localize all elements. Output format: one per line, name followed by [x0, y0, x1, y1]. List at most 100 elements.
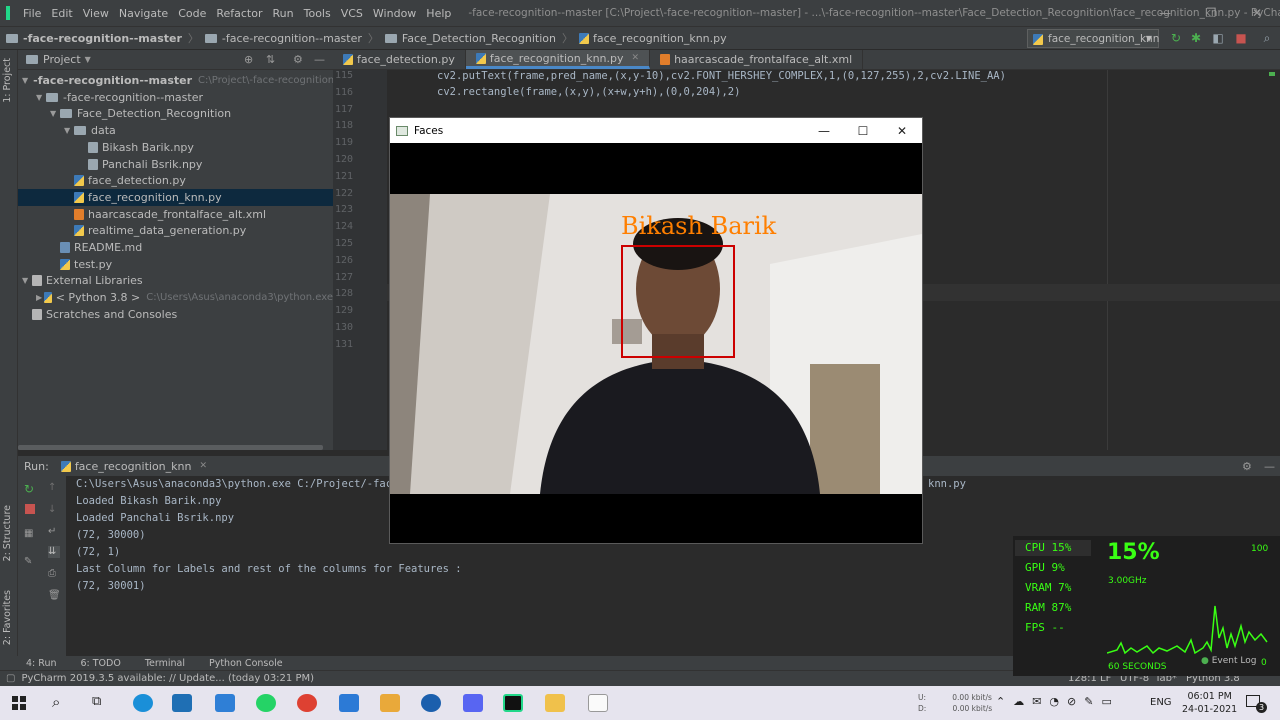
horizontal-scrollbar[interactable] — [18, 445, 323, 450]
menu-code[interactable]: Code — [173, 7, 211, 20]
menu-run[interactable]: Run — [268, 7, 299, 20]
pin-icon[interactable]: ✎ — [24, 556, 36, 568]
arrow-down-icon[interactable]: ↓ — [48, 504, 60, 516]
breadcrumb-item[interactable]: -face-recognition--master 〉 — [0, 30, 199, 46]
rerun-icon[interactable]: ↻ — [1169, 31, 1183, 45]
tree-item[interactable]: ▶ < Python 3.8 > C:\Users\Asus\anaconda3\p… — [18, 289, 333, 306]
restore-icon[interactable]: ❐ — [1188, 0, 1234, 26]
search-everywhere-icon[interactable]: ⌕ — [1260, 31, 1274, 45]
tab-structure[interactable]: 2: Structure — [2, 505, 13, 561]
chevron-down-icon[interactable]: ▼ — [50, 109, 60, 118]
scroll-to-end-icon[interactable]: ⇊ — [48, 546, 60, 558]
tab-run[interactable]: 4: Run — [26, 658, 56, 669]
discord-icon[interactable] — [463, 694, 483, 712]
mail-icon[interactable] — [215, 694, 235, 712]
close-icon[interactable]: ✕ — [199, 461, 207, 471]
whatsapp-icon[interactable] — [256, 694, 276, 712]
close-tab-icon[interactable]: ✕ — [632, 53, 640, 63]
locate-icon[interactable]: ⊕ — [244, 53, 253, 66]
tree-item[interactable]: realtime_data_generation.py — [18, 222, 333, 239]
menu-navigate[interactable]: Navigate — [114, 7, 173, 20]
breadcrumb-item[interactable]: -face-recognition--master 〉 — [199, 30, 379, 46]
tree-item[interactable]: README.md — [18, 239, 333, 256]
menu-file[interactable]: File — [18, 7, 46, 20]
run-tab[interactable]: face_recognition_knn — [75, 460, 192, 473]
tree-item[interactable]: ▼ Face_Detection_Recognition — [18, 105, 333, 122]
hide-icon[interactable]: — — [1264, 460, 1275, 473]
editor-tab[interactable]: face_recognition_knn.py ✕ — [465, 50, 651, 69]
hide-icon[interactable]: — — [314, 53, 325, 66]
tab-terminal[interactable]: Terminal — [145, 658, 185, 669]
gear-icon[interactable]: ⚙ — [1242, 460, 1252, 473]
tree-item[interactable]: test.py — [18, 256, 333, 273]
word-icon[interactable] — [421, 694, 441, 712]
stop-icon[interactable]: ■ — [1234, 31, 1248, 45]
system-tray-icons[interactable]: ⌃☁✉◔⊘✎▭ — [996, 695, 1120, 708]
file-explorer-icon[interactable] — [545, 694, 565, 712]
minimize-icon[interactable]: — — [1142, 0, 1188, 26]
menu-refactor[interactable]: Refactor — [211, 7, 267, 20]
edge-browser-icon[interactable] — [133, 694, 153, 712]
menu-tools[interactable]: Tools — [299, 7, 336, 20]
minimize-icon[interactable]: — — [804, 118, 844, 143]
event-log[interactable]: ● Event Log — [1201, 656, 1256, 666]
language-indicator[interactable]: ENG — [1150, 697, 1172, 708]
chevron-right-icon[interactable]: ▶ — [36, 293, 44, 302]
layout-icon[interactable]: ▦ — [24, 528, 36, 540]
menu-window[interactable]: Window — [368, 7, 421, 20]
tree-item[interactable]: Panchali Bsrik.npy — [18, 156, 333, 173]
chrome-icon[interactable] — [297, 694, 317, 712]
editor-tab[interactable]: haarcascade_frontalface_alt.xml — [650, 50, 864, 69]
app-icon[interactable] — [380, 694, 400, 712]
tree-item[interactable]: Bikash Barik.npy — [18, 139, 333, 156]
debug-icon[interactable]: ✱ — [1189, 31, 1203, 45]
store-icon[interactable] — [172, 694, 192, 712]
chevron-down-icon[interactable]: ▼ — [22, 76, 28, 85]
clock[interactable]: 06:01 PM 24-01-2021 — [1182, 690, 1237, 716]
tree-item[interactable]: ▼ -face-recognition--master C:\Project\-fa… — [18, 72, 373, 89]
tree-item[interactable]: ▼ data — [18, 122, 333, 139]
notepad-icon[interactable] — [588, 694, 608, 712]
close-icon[interactable]: ✕ — [1234, 0, 1280, 26]
editor-tab[interactable]: face_detection.py — [333, 50, 466, 69]
rerun-icon[interactable]: ↻ — [24, 482, 36, 496]
tree-item[interactable]: ▼ -face-recognition--master — [18, 89, 333, 106]
breadcrumb-item[interactable]: face_recognition_knn.py — [573, 32, 727, 45]
tree-item[interactable]: face_detection.py — [18, 172, 333, 189]
print-icon[interactable]: ⎙ — [48, 568, 60, 580]
collapse-all-icon[interactable]: ⇅ — [266, 53, 275, 66]
gear-icon[interactable]: ⚙ — [293, 53, 303, 66]
chevron-down-icon[interactable]: ▼ — [85, 55, 91, 64]
tab-favorites[interactable]: 2: Favorites — [2, 590, 13, 645]
tab-python-console[interactable]: Python Console — [209, 658, 283, 669]
menu-vcs[interactable]: VCS — [336, 7, 368, 20]
tree-item[interactable]: ▼ External Libraries — [18, 272, 333, 289]
menu-view[interactable]: View — [78, 7, 114, 20]
faces-window-titlebar[interactable]: Faces — ☐ ✕ — [390, 118, 922, 143]
chevron-down-icon[interactable]: ▼ — [36, 93, 46, 102]
run-config-select[interactable]: face_recognition_knn ▼ — [1027, 29, 1159, 48]
chevron-down-icon[interactable]: ▼ — [22, 276, 32, 285]
trash-icon[interactable]: 🗑 — [48, 590, 61, 602]
menu-edit[interactable]: Edit — [46, 7, 77, 20]
vscode-icon[interactable] — [339, 694, 359, 712]
search-icon[interactable]: ⌕ — [52, 693, 60, 711]
status-message[interactable]: PyCharm 2019.3.5 available: // Update...… — [21, 673, 314, 684]
tree-item[interactable]: face_recognition_knn.py — [18, 188, 333, 206]
project-panel-title[interactable]: Project — [43, 53, 81, 66]
close-icon[interactable]: ✕ — [882, 118, 922, 143]
arrow-up-icon[interactable]: ↑ — [48, 482, 60, 494]
menu-help[interactable]: Help — [421, 7, 456, 20]
tree-item[interactable]: haarcascade_frontalface_alt.xml — [18, 206, 333, 223]
maximize-icon[interactable]: ☐ — [843, 118, 883, 143]
tree-item[interactable]: Scratches and Consoles — [18, 306, 333, 323]
coverage-icon[interactable]: ◧ — [1211, 31, 1225, 45]
tab-project[interactable]: 1: Project — [2, 58, 13, 103]
tab-todo[interactable]: 6: TODO — [80, 658, 120, 669]
windows-start-icon[interactable] — [12, 696, 26, 710]
breadcrumb-item[interactable]: Face_Detection_Recognition 〉 — [379, 30, 573, 46]
task-view-icon[interactable]: ⧉ — [92, 694, 101, 709]
stop-icon[interactable] — [25, 504, 35, 514]
soft-wrap-icon[interactable]: ↵ — [48, 526, 60, 538]
pycharm-icon[interactable] — [503, 694, 523, 712]
